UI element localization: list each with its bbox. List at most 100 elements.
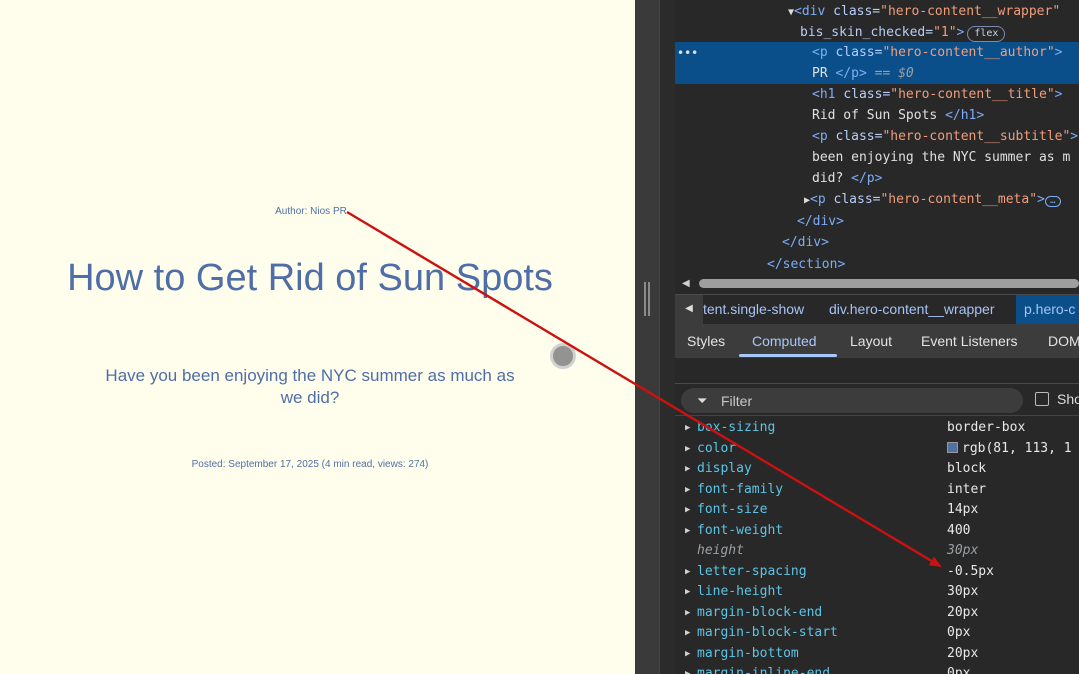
dom-node-title[interactable]: <h1 class="hero-content__title"> (812, 84, 1062, 105)
computed-property-row[interactable]: ▶ letter-spacing -0.5px (675, 562, 1079, 582)
expand-triangle-icon[interactable]: ▶ (685, 623, 690, 643)
dom-text: been enjoying the NYC summer as m (812, 150, 1071, 165)
expand-triangle-icon[interactable]: ▶ (685, 418, 690, 438)
dom-tag: > (1054, 87, 1063, 102)
property-value: 0px (947, 666, 971, 674)
property-name: color (697, 440, 737, 456)
dom-attr: class= (833, 192, 881, 207)
dom-close-div[interactable]: </div> (782, 232, 829, 253)
expand-triangle-icon[interactable]: ▶ (685, 459, 690, 479)
ellipsis-badge-icon[interactable]: … (1044, 196, 1061, 207)
tab-computed[interactable]: Computed (752, 333, 817, 349)
dom-tag: </p> (851, 171, 883, 186)
dom-node-meta[interactable]: ▶<p class="hero-content__meta">… (804, 189, 1061, 210)
devtools-resize-gutter[interactable] (635, 0, 659, 674)
computed-property-row[interactable]: ▶ line-height 30px (675, 582, 1079, 602)
computed-property-row[interactable]: ▶ margin-block-start 0px (675, 623, 1079, 643)
devtools-subtabs: Styles Computed Layout Event Listeners D… (675, 324, 1079, 358)
scrollbar-thumb[interactable] (699, 279, 1079, 288)
dom-node-subtitle-text[interactable]: been enjoying the NYC summer as m (812, 147, 1070, 168)
property-name: font-family (697, 481, 784, 497)
dom-node-subtitle-end[interactable]: did? </p> (812, 168, 882, 189)
show-all-checkbox[interactable] (1035, 392, 1049, 406)
show-all-label: Sho (1057, 391, 1079, 407)
computed-property-row[interactable]: ▶ display block (675, 459, 1079, 479)
dom-attr: class= (835, 45, 883, 60)
dom-tag: > (1054, 45, 1063, 60)
dom-horizontal-scrollbar[interactable]: ◀ (675, 276, 1079, 290)
property-name: height (697, 543, 744, 558)
dom-node-author-text[interactable]: PR </p> == $0 (675, 63, 1079, 84)
computed-property-row[interactable]: ▶ margin-bottom 20px (675, 644, 1079, 664)
color-swatch-icon[interactable] (947, 441, 958, 453)
property-name: margin-block-end (697, 604, 823, 620)
computed-properties-list[interactable]: ▶ box-sizing border-box ▶ color rgb(81, 113, … (675, 416, 1079, 674)
computed-property-row[interactable]: ▶ box-sizing border-box (675, 418, 1079, 438)
dom-node-subtitle[interactable]: <p class="hero-content__subtitle"> (812, 126, 1078, 147)
dom-node-title-text[interactable]: Rid of Sun Spots </h1> (812, 105, 984, 126)
dom-attr-value: "hero-content__title" (890, 87, 1055, 102)
tab-styles[interactable]: Styles (687, 333, 725, 349)
dom-attr: class= (833, 4, 881, 19)
computed-property-row[interactable]: ▶ font-size 14px (675, 500, 1079, 520)
flex-badge[interactable]: flex (967, 26, 1006, 42)
hero-subtitle: Have you been enjoying the NYC summer as… (105, 366, 515, 407)
scroll-left-icon[interactable]: ◀ (682, 278, 690, 289)
expand-triangle-icon[interactable]: ▶ (685, 480, 690, 500)
expand-triangle-icon[interactable]: ▶ (685, 562, 690, 582)
computed-property-row[interactable]: ▶ font-family inter (675, 480, 1079, 500)
dom-close-section[interactable]: </section> (767, 254, 845, 275)
dom-node-wrapper[interactable]: ▼<div class="hero-content__wrapper" (788, 1, 1060, 22)
devtools-panel: ▼<div class="hero-content__wrapper" bis_… (635, 0, 1079, 674)
expand-triangle-icon[interactable]: ▶ (685, 644, 690, 664)
property-value: 20px (947, 645, 979, 661)
dom-node-wrapper-cont[interactable]: bis_skin_checked="1"> flex (800, 22, 1006, 43)
dom-tag: <p (812, 129, 836, 144)
computed-filter-bar: ⏷ Sho (675, 384, 1079, 416)
property-name: letter-spacing (697, 563, 807, 579)
property-name: margin-block-start (697, 625, 838, 640)
dom-tree[interactable]: ▼<div class="hero-content__wrapper" bis_… (675, 0, 1079, 290)
selected-node-marker: == $0 (866, 66, 914, 81)
dom-attr-value: "hero-content__wrapper" (880, 4, 1061, 19)
computed-property-row[interactable]: ▶ font-weight 400 (675, 521, 1079, 541)
expand-triangle-icon[interactable]: ▶ (685, 439, 690, 459)
expand-triangle-icon[interactable]: ▶ (685, 500, 690, 520)
breadcrumb-item[interactable]: tent.single-show (703, 301, 804, 317)
computed-property-row[interactable]: ▶ margin-inline-end 0px (675, 664, 1079, 674)
filter-box[interactable]: ⏷ (681, 388, 1023, 413)
expand-triangle-icon[interactable]: ▶ (685, 521, 690, 541)
dom-text: did? (812, 171, 852, 186)
tab-dom[interactable]: DOM (1048, 333, 1079, 349)
tab-layout[interactable]: Layout (850, 333, 892, 349)
dom-tag: <p (812, 45, 836, 60)
more-options-icon[interactable]: ••• (677, 46, 698, 60)
tab-event-listeners[interactable]: Event Listeners (921, 333, 1018, 349)
computed-toolbar-spacer (675, 358, 1079, 384)
dom-close-div[interactable]: </div> (797, 211, 844, 232)
computed-property-row[interactable]: ▶ color rgb(81, 113, 1 (675, 439, 1079, 459)
hero-meta: Posted: September 17, 2025 (4 min read, … (191, 459, 429, 470)
property-name: font-weight (697, 522, 784, 538)
breadcrumb-scroll-left-icon[interactable]: ◀ (675, 295, 703, 324)
dom-tag: <p (810, 192, 834, 207)
expand-triangle-icon[interactable]: ▶ (685, 603, 690, 623)
computed-property-row[interactable]: ▶ margin-block-end 20px (675, 603, 1079, 623)
dom-attr-value: "hero-content__author" (882, 45, 1055, 60)
computed-property-row[interactable]: height 30px (675, 541, 1079, 561)
hero-author: Author: Nios PR (275, 206, 347, 217)
dom-attr-value: "hero-content__meta" (880, 192, 1038, 207)
expand-triangle-icon[interactable]: ▶ (685, 664, 690, 674)
active-tab-indicator (739, 354, 837, 357)
drag-handle-icon[interactable] (644, 282, 650, 316)
expand-triangle-icon[interactable]: ▶ (685, 582, 690, 602)
filter-input[interactable] (721, 392, 1001, 409)
dom-tag: </p> (835, 66, 867, 81)
property-value: 30px (947, 543, 979, 558)
property-value: 20px (947, 604, 979, 620)
breadcrumb-item[interactable]: div.hero-content__wrapper (829, 301, 995, 317)
breadcrumb: ◀ tent.single-show div.hero-content__wra… (675, 294, 1079, 324)
dom-node-author-selected[interactable]: <p class="hero-content__author"> (675, 42, 1079, 63)
breadcrumb-item-selected[interactable]: p.hero-c (1016, 295, 1079, 324)
property-name: display (697, 461, 752, 476)
